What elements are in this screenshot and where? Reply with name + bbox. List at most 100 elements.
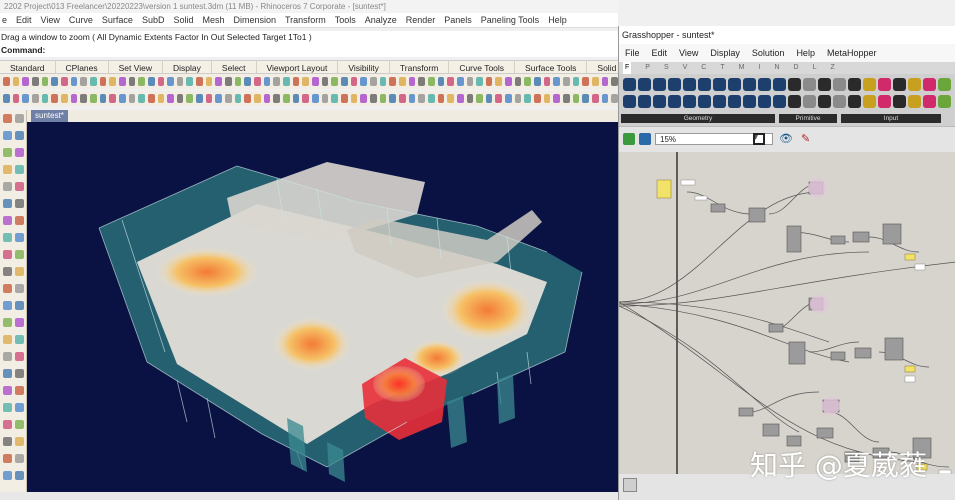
toolbar-button-icon[interactable]: [534, 94, 541, 103]
toolbar-button-icon[interactable]: [196, 94, 203, 103]
toolbar-button-icon[interactable]: [447, 77, 454, 86]
gh-component-icon[interactable]: [623, 78, 636, 91]
left-tool-icon[interactable]: [3, 284, 12, 293]
menu-item-render[interactable]: Render: [406, 13, 436, 27]
toolbar-button-icon[interactable]: [389, 94, 396, 103]
gh-menu-view[interactable]: View: [679, 44, 698, 62]
gh-menu-solution[interactable]: Solution: [752, 44, 785, 62]
left-tool-icon[interactable]: [15, 420, 24, 429]
left-tool-icon[interactable]: [15, 318, 24, 327]
toolbar-button-icon[interactable]: [369, 77, 377, 86]
left-tool-icon[interactable]: [3, 114, 12, 123]
toolbar-button-icon[interactable]: [543, 94, 551, 103]
gh-component-icon[interactable]: [893, 95, 906, 108]
toolbar-tab-visibility[interactable]: Visibility: [338, 61, 390, 73]
left-tool-icon[interactable]: [15, 403, 24, 412]
toolbar-button-icon[interactable]: [157, 94, 165, 103]
toolbar-button-icon[interactable]: [22, 77, 29, 86]
toolbar-button-icon[interactable]: [254, 94, 261, 103]
toolbar-button-icon[interactable]: [485, 94, 493, 103]
toolbar-button-icon[interactable]: [176, 77, 184, 86]
toolbar-button-icon[interactable]: [524, 77, 532, 86]
toolbar-tab-cplanes[interactable]: CPlanes: [56, 61, 109, 73]
menu-item-dimension[interactable]: Dimension: [233, 13, 276, 27]
toolbar-button-icon[interactable]: [350, 77, 358, 86]
menu-item-panels[interactable]: Panels: [444, 13, 472, 27]
toolbar-button-icon[interactable]: [186, 77, 194, 86]
gh-component-icon[interactable]: [938, 78, 951, 91]
left-tool-icon[interactable]: [15, 131, 24, 140]
open-file-icon[interactable]: [623, 133, 635, 145]
toolbar-button-icon[interactable]: [215, 94, 223, 103]
toolbar-button-icon[interactable]: [41, 94, 49, 103]
menu-item-e[interactable]: e: [2, 13, 7, 27]
toolbar-button-icon[interactable]: [592, 94, 599, 103]
toolbar-button-icon[interactable]: [215, 77, 223, 86]
left-tool-icon[interactable]: [3, 199, 12, 208]
menu-item-edit[interactable]: Edit: [16, 13, 32, 27]
left-tool-icon[interactable]: [15, 250, 24, 259]
toolbar-button-icon[interactable]: [553, 94, 561, 103]
menu-item-paneling-tools[interactable]: Paneling Tools: [481, 13, 539, 27]
toolbar-button-icon[interactable]: [12, 77, 20, 86]
toolbar-button-icon[interactable]: [70, 94, 78, 103]
toolbar-button-icon[interactable]: [283, 94, 290, 103]
toolbar-button-icon[interactable]: [263, 77, 271, 86]
left-tool-icon[interactable]: [3, 148, 12, 157]
toolbar-button-icon[interactable]: [543, 77, 551, 86]
gh-menu-display[interactable]: Display: [710, 44, 740, 62]
toolbar-button-icon[interactable]: [572, 94, 580, 103]
toolbar-button-icon[interactable]: [312, 77, 319, 86]
gh-component-icon[interactable]: [848, 78, 861, 91]
toolbar-button-icon[interactable]: [408, 77, 416, 86]
gh-component-icon[interactable]: [623, 95, 636, 108]
gh-component-icon[interactable]: [848, 95, 861, 108]
gh-component-icon[interactable]: [923, 95, 936, 108]
toolbar-button-icon[interactable]: [234, 94, 242, 103]
left-tool-icon[interactable]: [15, 454, 24, 463]
toolbar-button-icon[interactable]: [31, 77, 39, 86]
toolbar-tab-curve-tools[interactable]: Curve Tools: [449, 61, 516, 73]
menu-item-mesh[interactable]: Mesh: [202, 13, 224, 27]
left-tool-icon[interactable]: [3, 386, 12, 395]
toolbar-button-icon[interactable]: [553, 77, 561, 86]
toolbar-button-icon[interactable]: [31, 94, 39, 103]
toolbar-button-icon[interactable]: [466, 77, 474, 86]
toolbar-button-icon[interactable]: [437, 94, 445, 103]
toolbar-button-icon[interactable]: [611, 77, 618, 86]
toolbar-button-icon[interactable]: [514, 77, 522, 86]
toolbar-button-icon[interactable]: [505, 94, 512, 103]
toolbar-button-icon[interactable]: [244, 77, 252, 86]
toolbar-button-icon[interactable]: [398, 94, 406, 103]
gh-component-icon[interactable]: [683, 78, 696, 91]
menu-item-transform[interactable]: Transform: [285, 13, 326, 27]
left-tool-icon[interactable]: [3, 335, 12, 344]
toolbar-button-icon[interactable]: [331, 77, 338, 86]
toolbar-tab-surface-tools[interactable]: Surface Tools: [515, 61, 588, 73]
toolbar-button-icon[interactable]: [99, 77, 107, 86]
gh-component-icon[interactable]: [668, 78, 681, 91]
gh-menu-help[interactable]: Help: [796, 44, 815, 62]
left-tool-icon[interactable]: [15, 233, 24, 242]
toolbar-button-icon[interactable]: [186, 94, 194, 103]
toolbar-button-icon[interactable]: [476, 77, 483, 86]
gh-tab-l[interactable]: L: [813, 62, 817, 74]
menu-item-curve[interactable]: Curve: [69, 13, 93, 27]
gh-component-icon[interactable]: [818, 95, 831, 108]
toolbar-button-icon[interactable]: [118, 94, 126, 103]
left-tool-icon[interactable]: [3, 267, 12, 276]
gh-component-icon[interactable]: [893, 78, 906, 91]
toolbar-button-icon[interactable]: [99, 94, 107, 103]
left-tool-icon[interactable]: [15, 471, 24, 480]
status-download-icon[interactable]: [623, 478, 637, 492]
gh-tab-n[interactable]: N: [774, 62, 779, 74]
toolbar-button-icon[interactable]: [138, 94, 145, 103]
gh-component-icon[interactable]: [638, 78, 651, 91]
toolbar-tab-set-view[interactable]: Set View: [109, 61, 164, 73]
toolbar-button-icon[interactable]: [476, 94, 483, 103]
gh-component-icon[interactable]: [713, 95, 726, 108]
perspective-viewport[interactable]: [27, 122, 618, 492]
toolbar-button-icon[interactable]: [456, 77, 464, 86]
gh-tab-c[interactable]: C: [701, 62, 706, 74]
left-tool-icon[interactable]: [15, 301, 24, 310]
